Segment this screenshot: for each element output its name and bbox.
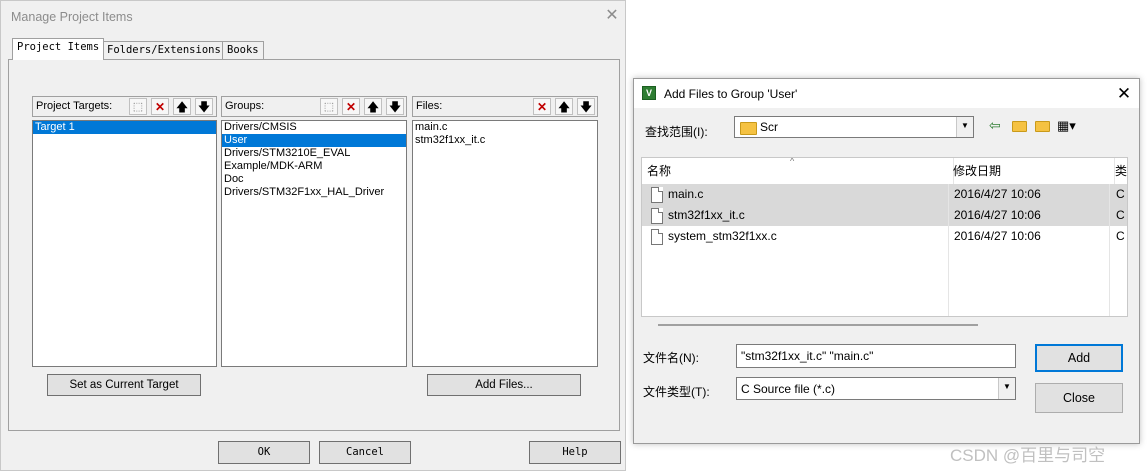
file-row[interactable]: stm32f1xx_it.c 2016/4/27 10:06 C [642, 205, 1127, 226]
list-item[interactable]: User [222, 134, 406, 147]
file-icon [651, 187, 663, 203]
groups-header: Groups: ⬚ ✕ 🡅 🡇 [221, 96, 407, 117]
back-icon[interactable]: ⇦ [989, 117, 1001, 134]
tab-project-items[interactable]: Project Items [12, 38, 105, 60]
column-header-type[interactable]: 类 [1110, 158, 1127, 184]
column-divider [1109, 184, 1110, 316]
delete-file-icon[interactable]: ✕ [533, 98, 551, 115]
move-up-icon[interactable]: 🡅 [364, 98, 382, 115]
filetype-select[interactable]: C Source file (*.c) ▼ [736, 377, 1016, 400]
delete-group-icon[interactable]: ✕ [342, 98, 360, 115]
add-files-dialog: V Add Files to Group 'User' ✕ 查找范围(I): S… [633, 78, 1140, 444]
file-date: 2016/4/27 10:06 [954, 229, 1041, 243]
up-folder-icon[interactable] [1012, 121, 1027, 132]
list-item[interactable]: Drivers/STM3210E_EVAL [222, 147, 406, 160]
filetype-value: C Source file (*.c) [741, 382, 836, 396]
filename-label: 文件名(N): [643, 351, 699, 365]
file-icon [651, 208, 663, 224]
files-label: Files: [416, 100, 443, 112]
ok-button[interactable]: OK [218, 441, 310, 464]
chevron-down-icon[interactable]: ▼ [956, 117, 973, 137]
filetype-label: 文件类型(T): [643, 385, 710, 399]
move-down-icon[interactable]: 🡇 [386, 98, 404, 115]
new-folder-icon[interactable] [1035, 121, 1050, 132]
look-in-combo[interactable]: Scr ▼ [734, 116, 974, 138]
file-name: system_stm32f1xx.c [668, 229, 777, 243]
app-icon: V [642, 86, 656, 100]
column-divider [948, 184, 949, 316]
targets-header: Project Targets: ⬚ ✕ 🡅 🡇 [32, 96, 217, 117]
list-item[interactable]: stm32f1xx_it.c [413, 134, 597, 147]
list-item[interactable]: Doc [222, 173, 406, 186]
files-list[interactable]: main.c stm32f1xx_it.c [412, 120, 598, 367]
file-type: C [1116, 187, 1125, 201]
help-button[interactable]: Help [529, 441, 621, 464]
folder-icon [740, 122, 757, 135]
move-up-icon[interactable]: 🡅 [555, 98, 573, 115]
file-name: main.c [668, 187, 704, 201]
move-up-icon[interactable]: 🡅 [173, 98, 191, 115]
close-button[interactable]: Close [1035, 383, 1123, 413]
chevron-down-icon[interactable]: ▼ [998, 378, 1015, 399]
manage-project-items-dialog: Manage Project Items ✕ Project Items Fol… [0, 0, 626, 471]
file-icon [651, 229, 663, 245]
add-files-button[interactable]: Add Files... [427, 374, 581, 396]
delete-target-icon[interactable]: ✕ [151, 98, 169, 115]
close-icon[interactable]: ✕ [1114, 84, 1134, 104]
set-current-target-button[interactable]: Set as Current Target [47, 374, 201, 396]
column-header-date[interactable]: 修改日期 [948, 158, 1115, 184]
close-icon[interactable]: ✕ [603, 7, 621, 25]
file-type: C [1116, 208, 1125, 222]
list-item[interactable]: main.c [413, 121, 597, 134]
filename-input[interactable]: "stm32f1xx_it.c" "main.c" [736, 344, 1016, 368]
groups-list[interactable]: Drivers/CMSIS User Drivers/STM3210E_EVAL… [221, 120, 407, 367]
files-header: Files: ✕ 🡅 🡇 [412, 96, 598, 117]
look-in-value: Scr [760, 120, 778, 134]
watermark: CSDN @百里与司空 [950, 446, 1106, 465]
file-row[interactable]: main.c 2016/4/27 10:06 C [642, 184, 1127, 205]
file-row[interactable]: system_stm32f1xx.c 2016/4/27 10:06 C [642, 226, 1127, 247]
list-item[interactable]: Target 1 [33, 121, 216, 134]
file-list[interactable]: ^ 名称 修改日期 类 main.c 2016/4/27 10:06 C stm… [641, 157, 1128, 317]
column-header-name[interactable]: 名称 [642, 158, 954, 184]
tab-folders-extensions[interactable]: Folders/Extensions [102, 41, 226, 59]
cancel-button[interactable]: Cancel [319, 441, 411, 464]
add-button[interactable]: Add [1035, 344, 1123, 372]
file-name: stm32f1xx_it.c [668, 208, 745, 222]
targets-label: Project Targets: [36, 100, 113, 112]
file-date: 2016/4/27 10:06 [954, 187, 1041, 201]
move-down-icon[interactable]: 🡇 [577, 98, 595, 115]
new-group-icon[interactable]: ⬚ [320, 98, 338, 115]
look-in-label: 查找范围(I): [645, 125, 708, 139]
horizontal-scrollbar[interactable] [658, 324, 978, 326]
dialog-title: Add Files to Group 'User' [664, 87, 798, 101]
new-target-icon[interactable]: ⬚ [129, 98, 147, 115]
groups-label: Groups: [225, 100, 265, 112]
targets-list[interactable]: Target 1 [32, 120, 217, 367]
list-item[interactable]: Drivers/CMSIS [222, 121, 406, 134]
tab-books[interactable]: Books [222, 41, 264, 59]
move-down-icon[interactable]: 🡇 [195, 98, 213, 115]
list-item[interactable]: Example/MDK-ARM [222, 160, 406, 173]
view-menu-icon[interactable]: ▦▾ [1057, 118, 1076, 134]
dialog-title: Manage Project Items [11, 10, 133, 24]
list-item[interactable]: Drivers/STM32F1xx_HAL_Driver [222, 186, 406, 199]
file-date: 2016/4/27 10:06 [954, 208, 1041, 222]
file-type: C [1116, 229, 1125, 243]
